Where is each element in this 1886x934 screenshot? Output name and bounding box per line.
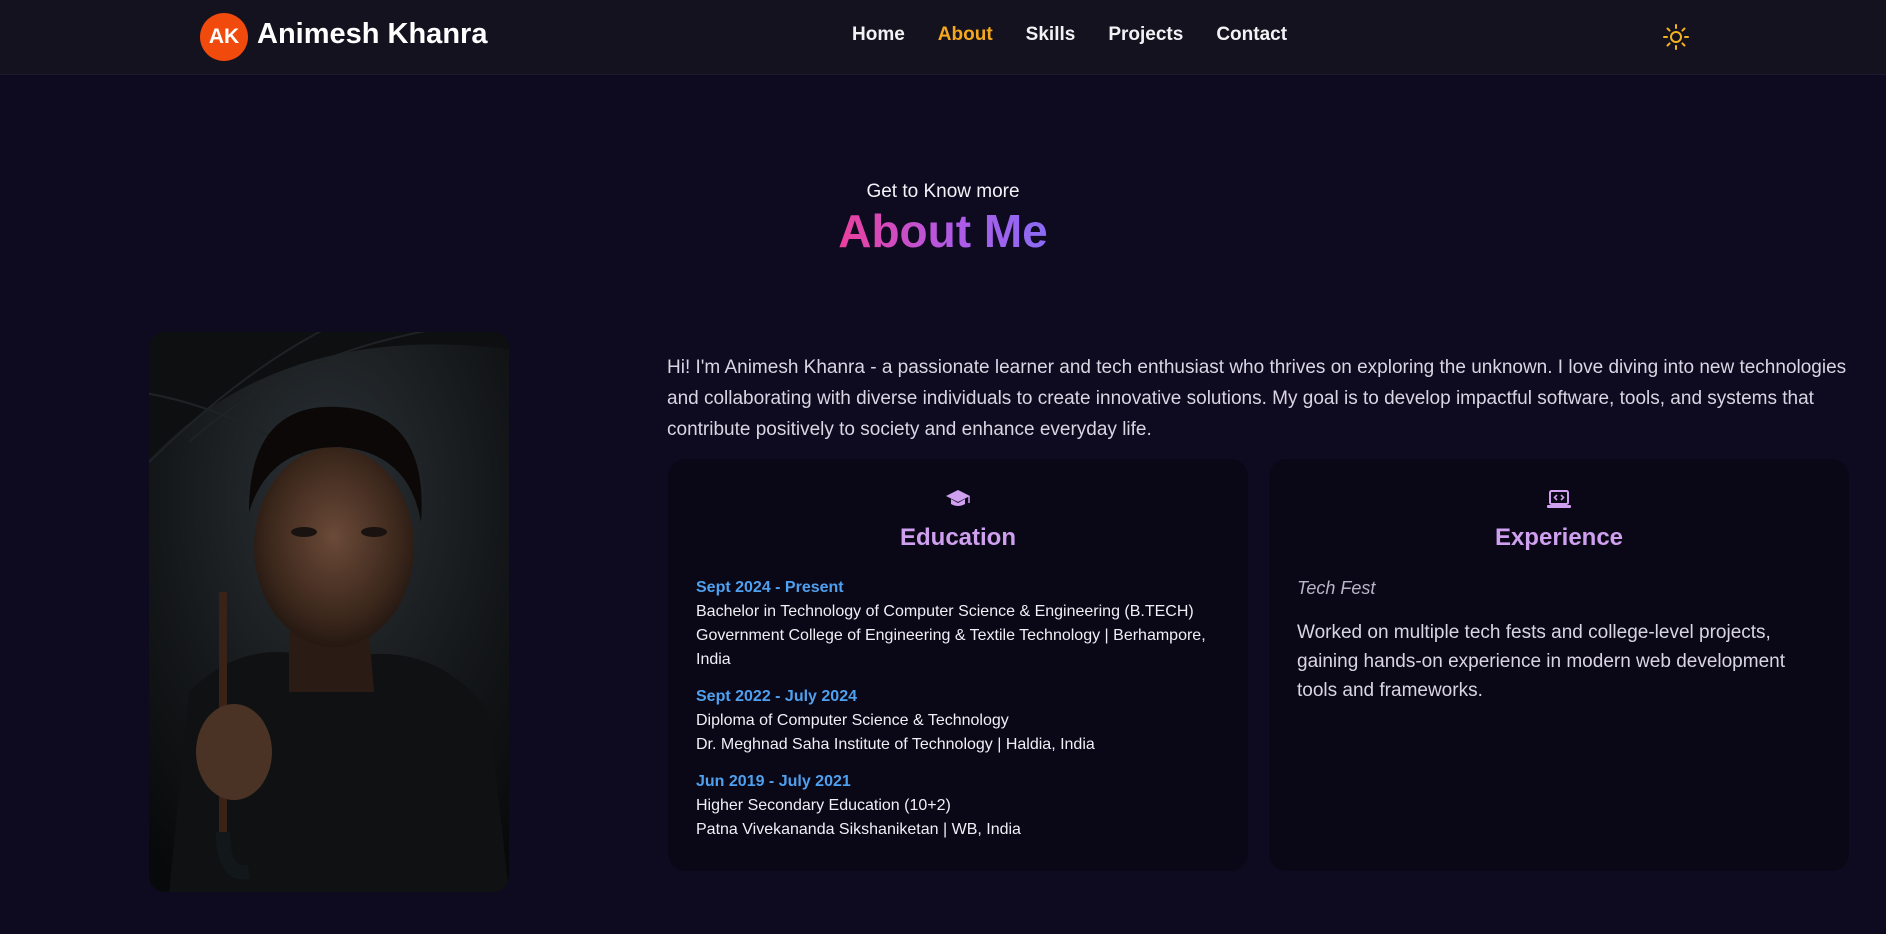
section-subtitle: Get to Know more	[866, 181, 1020, 202]
list-item: Jun 2019 - July 2021 Higher Secondary Ed…	[696, 770, 1226, 842]
nav-projects[interactable]: Projects	[1108, 24, 1183, 46]
education-card: Education Sept 2024 - Present Bachelor i…	[668, 459, 1248, 871]
education-list: Sept 2024 - Present Bachelor in Technolo…	[696, 576, 1226, 855]
education-title: Education	[899, 524, 1016, 551]
experience-card: Experience Tech Fest Worked on multiple …	[1269, 459, 1849, 871]
intro-paragraph: Hi! I'm Animesh Khanra - a passionate le…	[667, 357, 1847, 440]
education-degree: Diploma of Computer Science & Technology	[696, 712, 1009, 729]
education-degree: Bachelor in Technology of Computer Scien…	[696, 603, 1194, 620]
experience-organization: Tech Fest	[1297, 578, 1376, 598]
laptop-code-icon	[1269, 489, 1849, 511]
logo-badge[interactable]: AK	[200, 13, 248, 61]
graduation-cap-icon	[668, 489, 1248, 509]
education-degree: Higher Secondary Education (10+2)	[696, 797, 951, 814]
education-date: Sept 2022 - July 2024	[696, 688, 857, 705]
profile-photo	[149, 332, 509, 892]
nav-home[interactable]: Home	[852, 24, 905, 46]
experience-description: Worked on multiple tech fests and colleg…	[1297, 622, 1785, 701]
list-item: Sept 2022 - July 2024 Diploma of Compute…	[696, 685, 1226, 757]
top-navbar: AK Animesh Khanra Home About Skills Proj…	[0, 0, 1886, 75]
education-institution: Government College of Engineering & Text…	[696, 627, 1206, 668]
sun-icon[interactable]	[1662, 23, 1690, 51]
nav-contact[interactable]: Contact	[1216, 24, 1287, 46]
nav-skills[interactable]: Skills	[1026, 24, 1076, 46]
experience-title: Experience	[1494, 524, 1624, 551]
brand-name[interactable]: Animesh Khanra	[257, 18, 487, 51]
section-title: About Me	[838, 205, 1048, 257]
education-date: Sept 2024 - Present	[696, 579, 844, 596]
education-date: Jun 2019 - July 2021	[696, 773, 851, 790]
nav-links: Home About Skills Projects Contact	[852, 24, 1320, 46]
nav-about[interactable]: About	[938, 24, 993, 46]
education-institution: Dr. Meghnad Saha Institute of Technology…	[696, 736, 1095, 753]
list-item: Sept 2024 - Present Bachelor in Technolo…	[696, 576, 1226, 672]
education-institution: Patna Vivekananda Sikshaniketan | WB, In…	[696, 821, 1021, 838]
